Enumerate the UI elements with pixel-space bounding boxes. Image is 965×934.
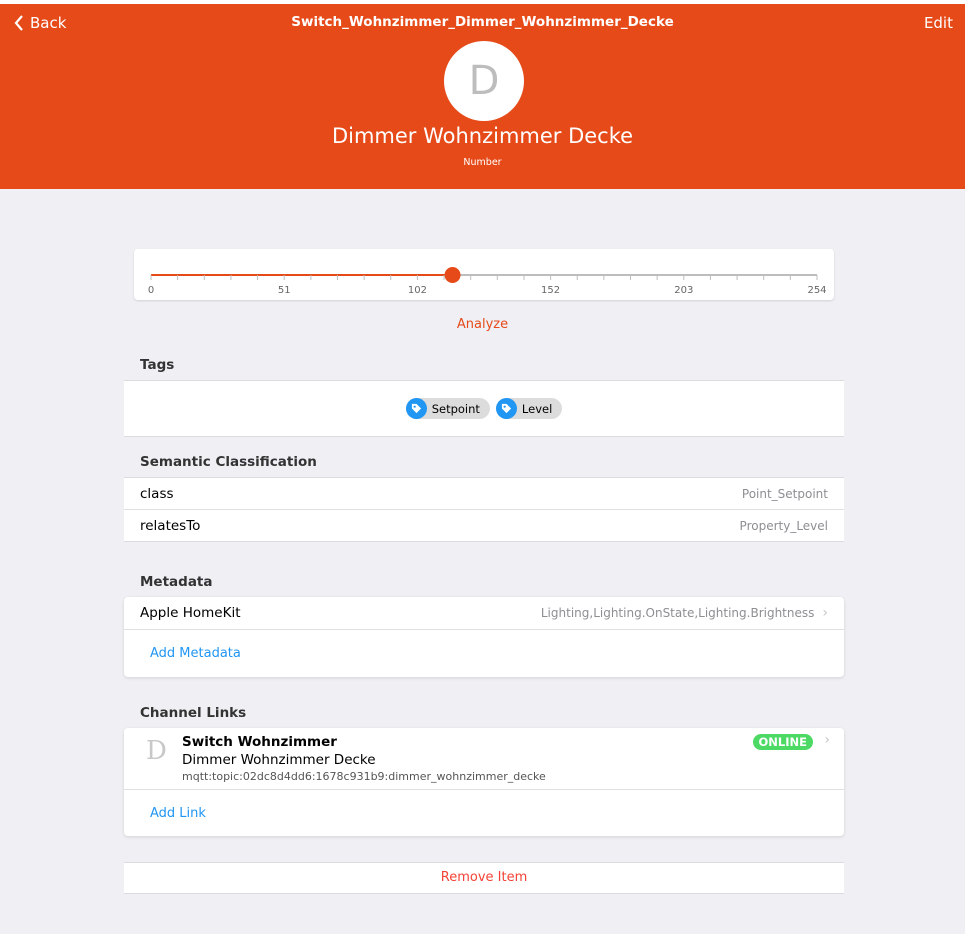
- slider-card: 0 51 102 152 203 254: [134, 249, 834, 300]
- slider-thumb[interactable]: [444, 267, 461, 283]
- remove-item-button[interactable]: Remove Item: [124, 862, 844, 894]
- semantic-key: relatesTo: [140, 517, 201, 534]
- tag-icon: [495, 398, 517, 419]
- slider-tick-label: 203: [674, 285, 693, 296]
- channel-link-uid: mqtt:topic:02dc8d4dd6:1678c931b9:dimmer_…: [182, 770, 546, 783]
- page-title: Switch_Wohnzimmer_Dimmer_Wohnzimmer_Deck…: [291, 14, 674, 30]
- chevron-right-icon: ›: [822, 605, 828, 621]
- channel-link-item[interactable]: D Switch Wohnzimmer Dimmer Wohnzimmer De…: [124, 728, 844, 789]
- avatar: D: [444, 41, 524, 121]
- tags-box: Setpoint Level: [124, 380, 844, 437]
- item-header: Back Switch_Wohnzimmer_Dimmer_Wohnzimmer…: [0, 4, 965, 189]
- tags-title: Tags: [140, 357, 175, 373]
- slider-tick-label: 102: [408, 285, 427, 296]
- item-type: Number: [463, 157, 502, 168]
- semantic-list: class Point_Setpoint relatesTo Property_…: [124, 477, 844, 542]
- metadata-card: Apple HomeKit Lighting,Lighting.OnState,…: [124, 597, 844, 677]
- semantic-value: Point_Setpoint: [741, 486, 828, 501]
- metadata-key: Apple HomeKit: [140, 605, 241, 621]
- semantic-row-relatesto: relatesTo Property_Level: [124, 509, 844, 541]
- channel-link-thing: Switch Wohnzimmer: [182, 734, 337, 750]
- semantic-title: Semantic Classification: [140, 454, 317, 470]
- semantic-row-class: class Point_Setpoint: [124, 478, 844, 509]
- chevron-right-icon: ›: [824, 732, 830, 748]
- channel-link-letter: D: [146, 736, 167, 766]
- channel-links-title: Channel Links: [140, 705, 247, 721]
- tag-chip[interactable]: Setpoint: [405, 398, 490, 419]
- add-metadata-row: Add Metadata: [124, 629, 844, 677]
- slider-tick-label: 51: [278, 285, 291, 296]
- edit-button[interactable]: Edit: [924, 14, 953, 32]
- metadata-title: Metadata: [140, 574, 213, 590]
- add-link-row: Add Link: [124, 789, 844, 836]
- tag-label: Level: [521, 401, 553, 416]
- analyze-button[interactable]: Analyze: [0, 317, 965, 332]
- slider-tick-label: 254: [807, 285, 826, 296]
- semantic-value: Property_Level: [739, 518, 828, 533]
- channel-links-card: D Switch Wohnzimmer Dimmer Wohnzimmer De…: [124, 728, 844, 836]
- semantic-key: class: [140, 485, 174, 502]
- tags-list: Setpoint Level: [124, 381, 844, 419]
- tag-label: Setpoint: [431, 401, 480, 416]
- tag-icon: [405, 398, 427, 419]
- item-label: Dimmer Wohnzimmer Decke: [331, 124, 634, 148]
- status-badge: ONLINE: [752, 734, 813, 750]
- metadata-value: Lighting,Lighting.OnState,Lighting.Brigh…: [540, 606, 815, 620]
- dimmer-slider[interactable]: 0 51 102 152 203 254: [134, 249, 834, 300]
- add-metadata-button[interactable]: Add Metadata: [150, 646, 241, 661]
- slider-tick-label: 0: [148, 285, 154, 296]
- metadata-row-homekit[interactable]: Apple HomeKit Lighting,Lighting.OnState,…: [124, 597, 844, 629]
- add-link-button[interactable]: Add Link: [150, 806, 206, 821]
- channel-link-channel: Dimmer Wohnzimmer Decke: [182, 752, 376, 768]
- slider-tick-label: 152: [541, 285, 560, 296]
- tag-chip[interactable]: Level: [495, 398, 563, 419]
